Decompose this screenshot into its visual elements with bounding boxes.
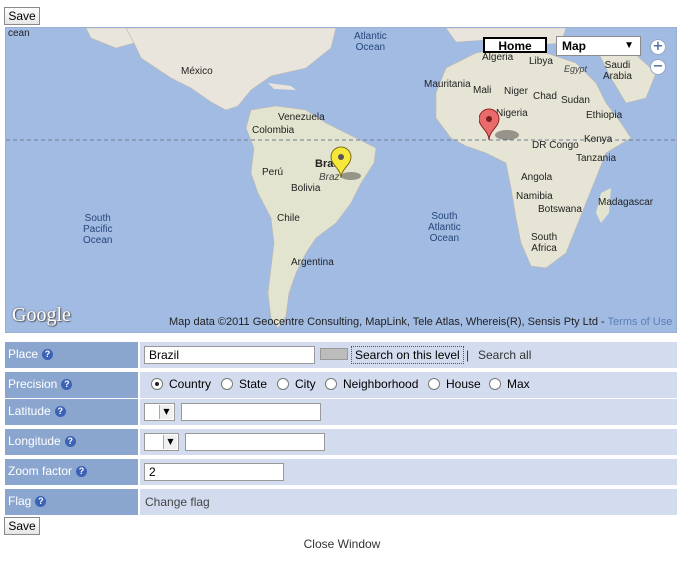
help-icon[interactable]: ? [35,496,47,508]
radio-country[interactable] [151,378,163,390]
latitude-input[interactable] [181,403,321,421]
close-window-link[interactable]: Close Window [0,537,684,551]
map-attribution: Map data ©2011 Geocentre Consulting, Map… [169,316,673,328]
map-label-botswana: Botswana [538,204,582,215]
flag-label: Flag? [5,489,138,515]
map-label-sudan: Sudan [561,95,590,106]
zoom-out-button[interactable]: − [650,59,666,75]
zoom-factor-value-cell: 2 [140,459,677,485]
radio-neighborhood[interactable] [325,378,337,390]
chevron-down-icon: ▼ [163,435,177,449]
radio-city[interactable] [277,378,289,390]
radio-max[interactable] [489,378,501,390]
map-view[interactable]: cean Atlantic Ocean México Venezuela Colo… [5,27,677,333]
longitude-value-cell: ▼ [140,429,677,455]
home-button[interactable]: Home [483,37,547,53]
help-icon[interactable]: ? [42,349,54,361]
map-label-dr-congo: DR Congo [532,140,579,151]
longitude-input[interactable] [185,433,325,451]
latitude-row: Latitude? ▼ [5,399,677,425]
latitude-hemisphere-select[interactable]: ▼ [144,403,175,421]
map-label-tanzania: Tanzania [576,153,617,164]
map-label-peru: Perú [262,167,284,178]
map-label-mexico: México [181,66,213,77]
save-button-top[interactable]: Save [4,7,40,25]
place-input[interactable]: Brazil [144,346,315,364]
radio-label-state: State [239,377,268,391]
map-label-ocean-left: cean [8,28,30,39]
precision-row: Precision? Country State City Neighborho… [5,372,677,398]
search-on-this-level-link[interactable]: Search on this level [351,346,464,364]
map-type-select[interactable]: Map ▼ [556,36,641,56]
help-icon[interactable]: ? [76,466,88,478]
map-label-bolivia: Bolivia [291,183,321,194]
map-label-mauritania: Mauritania [424,79,471,90]
map-label-argentina: Argentina [291,257,334,268]
map-label-south-pacific-ocean: South Pacific Ocean [83,213,113,246]
save-button-bottom[interactable]: Save [4,517,40,535]
map-label-south-atlantic-ocean: South Atlantic Ocean [428,211,461,244]
terms-of-use-link[interactable]: Terms of Use [608,316,673,328]
map-label-madagascar: Madagascar [598,197,654,208]
separator: | [466,348,470,362]
longitude-label: Longitude? [5,429,138,455]
latitude-label: Latitude? [5,399,138,425]
map-label-namibia: Namibia [516,191,553,202]
chevron-down-icon: ▼ [624,40,634,51]
place-row: Place? Brazil Search on this level | Sea… [5,342,677,368]
radio-label-country: Country [169,377,212,391]
place-value-cell: Brazil Search on this level | Search all [140,342,677,368]
map-label-kenya: Kenya [584,134,613,145]
map-label-saudi-arabia: Saudi Arabia [603,60,632,82]
map-label-angola: Angola [521,172,553,183]
map-label-niger: Niger [504,86,528,97]
change-flag-link[interactable]: Change flag [145,495,210,509]
search-all-link[interactable]: Search all [478,348,531,362]
keyboard-icon[interactable] [320,348,348,360]
map-label-chad: Chad [533,91,557,102]
help-icon[interactable]: ? [64,436,76,448]
zoom-factor-row: Zoom factor? 2 [5,459,677,485]
help-icon[interactable]: ? [61,379,73,391]
place-label: Place? [5,342,138,368]
map-label-egypt: Egypt [564,64,588,74]
precision-label: Precision? [5,372,138,398]
map-label-atlantic-ocean: Atlantic Ocean [354,31,387,53]
flag-value-cell: Change flag [140,489,677,515]
red-marker-icon[interactable] [479,105,519,145]
map-label-libya: Libya [529,56,553,67]
latitude-value-cell: ▼ [140,399,677,425]
map-label-colombia: Colombia [252,125,295,136]
longitude-hemisphere-select[interactable]: ▼ [144,433,179,451]
radio-label-city: City [295,377,316,391]
chevron-down-icon: ▼ [159,405,173,419]
longitude-row: Longitude? ▼ [5,429,677,455]
map-label-venezuela: Venezuela [278,112,325,123]
radio-label-max: Max [507,377,530,391]
map-label-ethiopia: Ethiopia [586,110,623,121]
map-label-south-africa: South Africa [531,232,558,254]
map-label-chile: Chile [277,213,300,224]
radio-state[interactable] [221,378,233,390]
radio-label-neighborhood: Neighborhood [343,377,419,391]
map-label-mali: Mali [473,85,492,96]
help-icon[interactable]: ? [54,406,66,418]
radio-house[interactable] [428,378,440,390]
zoom-factor-label: Zoom factor? [5,459,138,485]
yellow-marker-icon[interactable] [327,145,361,185]
zoom-in-button[interactable]: + [650,39,666,55]
flag-row: Flag? Change flag [5,489,677,515]
google-logo: Google [12,304,71,326]
zoom-factor-input[interactable]: 2 [144,463,284,481]
precision-value-cell: Country State City Neighborhood House Ma… [140,372,677,398]
radio-label-house: House [446,377,481,391]
